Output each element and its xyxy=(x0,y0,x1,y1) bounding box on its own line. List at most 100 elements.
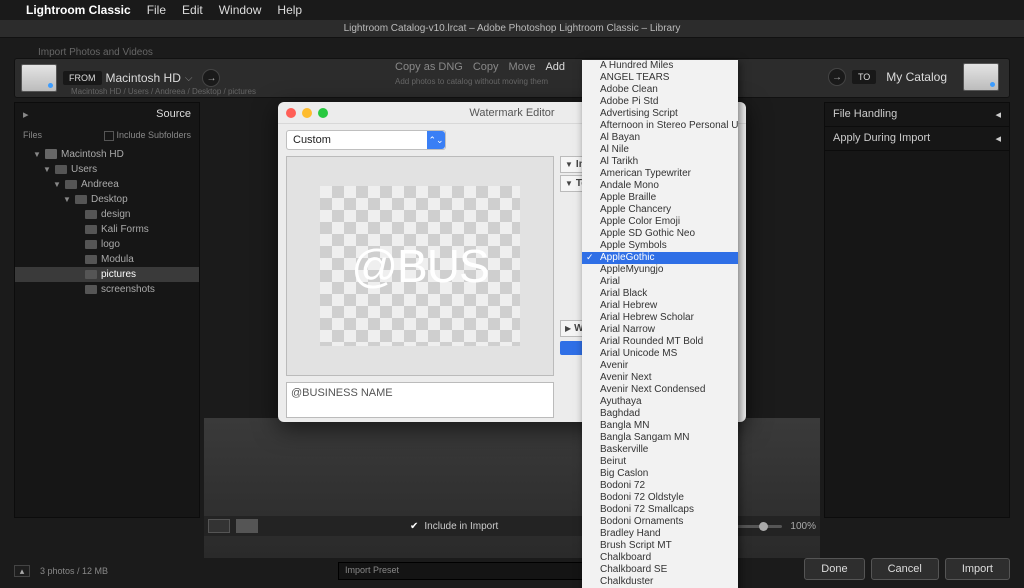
font-option[interactable]: Arial Rounded MT Bold xyxy=(582,336,738,348)
font-option[interactable]: Avenir Next xyxy=(582,372,738,384)
font-option[interactable]: Arial Hebrew xyxy=(582,300,738,312)
font-option[interactable]: American Typewriter xyxy=(582,168,738,180)
font-option[interactable]: Al Tarikh xyxy=(582,156,738,168)
font-option[interactable]: Advertising Script xyxy=(582,108,738,120)
import-button[interactable]: Import xyxy=(945,558,1010,580)
source-path: Macintosh HD / Users / Andreea / Desktop… xyxy=(71,87,256,96)
font-option[interactable]: AppleMyungjo xyxy=(582,264,738,276)
font-option[interactable]: Baghdad xyxy=(582,408,738,420)
catalog-icon[interactable] xyxy=(963,63,999,91)
menu-app[interactable]: Lightroom Classic xyxy=(26,3,131,17)
font-option[interactable]: Arial Narrow xyxy=(582,324,738,336)
panel-apply-during-import[interactable]: Apply During Import xyxy=(833,132,930,145)
folder-row[interactable]: design xyxy=(15,207,199,222)
font-option[interactable]: Apple SD Gothic Neo xyxy=(582,228,738,240)
font-option[interactable]: Arial Hebrew Scholar xyxy=(582,312,738,324)
font-option[interactable]: Bodoni 72 Smallcaps xyxy=(582,504,738,516)
font-option[interactable]: Avenir xyxy=(582,360,738,372)
font-option[interactable]: Bodoni 72 xyxy=(582,480,738,492)
menu-window[interactable]: Window xyxy=(219,3,262,17)
arrow-right-icon[interactable]: → xyxy=(202,69,220,87)
folder-row[interactable]: Kali Forms xyxy=(15,222,199,237)
watermark-text-input[interactable]: @BUSINESS NAME xyxy=(286,382,554,418)
twisty-icon[interactable]: ▼ xyxy=(63,195,71,204)
preview-text: @BUS xyxy=(351,239,488,293)
done-button[interactable]: Done xyxy=(804,558,864,580)
minimize-icon[interactable]: ▴ xyxy=(14,565,30,577)
caret-icon[interactable]: ◂ xyxy=(995,108,1001,121)
font-option[interactable]: Big Caslon xyxy=(582,468,738,480)
folder-row[interactable]: ▼Desktop xyxy=(15,192,199,207)
menu-help[interactable]: Help xyxy=(277,3,302,17)
preset-dropdown[interactable]: Custom ⌃⌄ xyxy=(286,130,446,150)
font-option[interactable]: Afternoon in Stereo Personal Us xyxy=(582,120,738,132)
twisty-icon[interactable]: ▼ xyxy=(53,180,61,189)
font-option[interactable]: Baskerville xyxy=(582,444,738,456)
twisty-icon[interactable]: ▼ xyxy=(43,165,51,174)
chevron-up-down-icon[interactable]: ⌃⌄ xyxy=(427,131,445,149)
arrow-right-icon[interactable]: → xyxy=(828,68,846,86)
twisty-icon[interactable]: ▼ xyxy=(33,150,41,159)
mode-copy-dng[interactable]: Copy as DNG xyxy=(395,61,463,73)
font-option[interactable]: Adobe Clean xyxy=(582,84,738,96)
font-option[interactable]: Apple Symbols xyxy=(582,240,738,252)
source-drive[interactable]: Macintosh HD xyxy=(102,71,185,85)
font-dropdown[interactable]: A Hundred MilesANGEL TEARSAdobe CleanAdo… xyxy=(582,60,738,588)
font-option[interactable]: Beirut xyxy=(582,456,738,468)
grid-view-button[interactable] xyxy=(208,519,230,533)
font-option[interactable]: Apple Braille xyxy=(582,192,738,204)
menu-file[interactable]: File xyxy=(147,3,166,17)
folder-row[interactable]: logo xyxy=(15,237,199,252)
caret-icon[interactable]: ▸ xyxy=(23,108,29,121)
font-option[interactable]: Avenir Next Condensed xyxy=(582,384,738,396)
font-option[interactable]: Arial Unicode MS xyxy=(582,348,738,360)
font-option[interactable]: Al Bayan xyxy=(582,132,738,144)
font-option[interactable]: Chalkduster xyxy=(582,576,738,588)
folder-row-selected[interactable]: pictures xyxy=(15,267,199,282)
font-option[interactable]: Andale Mono xyxy=(582,180,738,192)
font-option[interactable]: ANGEL TEARS xyxy=(582,72,738,84)
font-option[interactable]: Chalkboard xyxy=(582,552,738,564)
drive-icon[interactable] xyxy=(21,64,57,92)
folder-row[interactable]: screenshots xyxy=(15,282,199,297)
loupe-view-button[interactable] xyxy=(236,519,258,533)
font-option[interactable]: Bradley Hand xyxy=(582,528,738,540)
font-option[interactable]: Chalkboard SE xyxy=(582,564,738,576)
font-option[interactable]: Bangla MN xyxy=(582,420,738,432)
folder-row[interactable]: ▼Andreea xyxy=(15,177,199,192)
mode-copy[interactable]: Copy xyxy=(473,61,499,73)
mode-add[interactable]: Add xyxy=(545,61,565,73)
font-option[interactable]: Apple Chancery xyxy=(582,204,738,216)
caret-icon[interactable]: ◂ xyxy=(995,132,1001,145)
photo-count: 3 photos / 12 MB xyxy=(40,566,108,576)
font-option[interactable]: Arial xyxy=(582,276,738,288)
font-option[interactable]: Adobe Pi Std xyxy=(582,96,738,108)
font-option[interactable]: Brush Script MT xyxy=(582,540,738,552)
folder-icon xyxy=(55,165,67,174)
font-option[interactable]: Bangla Sangam MN xyxy=(582,432,738,444)
menu-edit[interactable]: Edit xyxy=(182,3,203,17)
panel-file-handling[interactable]: File Handling xyxy=(833,108,897,121)
font-option[interactable]: Al Nile xyxy=(582,144,738,156)
dest-catalog[interactable]: My Catalog xyxy=(882,70,951,84)
font-option[interactable]: Apple Color Emoji xyxy=(582,216,738,228)
font-option[interactable]: A Hundred Miles xyxy=(582,60,738,72)
font-option[interactable]: AppleGothic xyxy=(582,252,738,264)
font-option[interactable]: Bodoni Ornaments xyxy=(582,516,738,528)
font-option[interactable]: Ayuthaya xyxy=(582,396,738,408)
folder-row[interactable]: Modula xyxy=(15,252,199,267)
import-bar: FROM Macintosh HD ⌵ → Macintosh HD / Use… xyxy=(14,58,1010,98)
check-icon[interactable]: ✔ xyxy=(410,521,418,532)
folder-row[interactable]: ▼Users xyxy=(15,162,199,177)
include-in-import-label[interactable]: Include in Import xyxy=(424,521,498,532)
cancel-button[interactable]: Cancel xyxy=(871,558,939,580)
from-badge: FROM xyxy=(63,71,102,85)
mode-move[interactable]: Move xyxy=(509,61,536,73)
font-option[interactable]: Bodoni 72 Oldstyle xyxy=(582,492,738,504)
font-option[interactable]: Arial Black xyxy=(582,288,738,300)
include-subfolders-checkbox[interactable] xyxy=(104,131,114,141)
folder-icon xyxy=(75,195,87,204)
zoom-pct: 100% xyxy=(790,521,816,532)
chevron-down-icon[interactable]: ⌵ xyxy=(185,73,193,84)
folder-row[interactable]: ▼Macintosh HD xyxy=(15,147,199,162)
